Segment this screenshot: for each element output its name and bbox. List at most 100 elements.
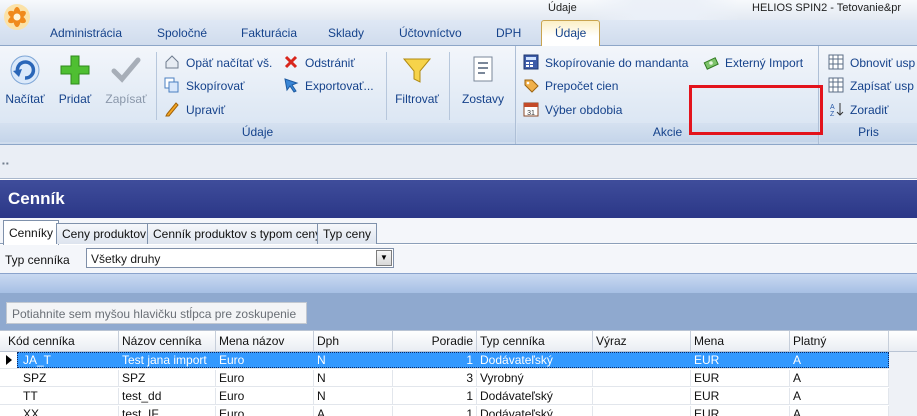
table-cell: 1 (393, 388, 477, 404)
add-button[interactable]: Pridať (50, 54, 100, 106)
price-list-type-select[interactable]: Všetky druhy ▼ (86, 248, 394, 268)
table-cell: 1 (393, 406, 477, 416)
filter-row: Typ cenníka Všetky druhy ▼ (0, 245, 917, 273)
table-cell: EUR (691, 370, 790, 386)
checkmark-icon (111, 57, 141, 83)
tab-uctovnictvo[interactable]: Účtovníctvo (399, 26, 462, 40)
plus-icon (60, 55, 90, 85)
grid-empty-area (889, 352, 917, 416)
save-layout-button[interactable]: Zapísať usp (828, 77, 914, 95)
ribbon: Načítať Pridať Zapísať Opäť načítať vš. … (0, 46, 917, 145)
column-header[interactable]: Názov cenníka (119, 331, 216, 352)
recalc-prices-button[interactable]: Prepočet cien (523, 77, 618, 95)
tab-dph[interactable]: DPH (496, 26, 521, 40)
calculator-icon (523, 54, 539, 70)
copy-label: Skopírovať (186, 79, 245, 93)
table-cell: test_dd (119, 388, 216, 404)
table-cell: A (790, 406, 889, 416)
tab-typ-ceny[interactable]: Typ ceny (317, 223, 378, 244)
filter-label: Typ cenníka (5, 253, 70, 267)
grid-layout-icon (828, 54, 844, 70)
save-button[interactable]: Zapísať (101, 54, 151, 106)
select-value: Všetky druhy (91, 252, 161, 266)
copy-button[interactable]: Skopírovať (164, 77, 245, 95)
table-row[interactable]: TT test_dd Euro N 1 Dodávateľský EUR A (0, 388, 917, 405)
import-money-icon (703, 57, 719, 70)
column-header[interactable]: Mena názov (216, 331, 314, 352)
refresh-layout-button[interactable]: Obnoviť usp (828, 54, 915, 72)
export-button[interactable]: Exportovať... (283, 77, 374, 95)
context-title: Údaje (548, 2, 577, 14)
group-label-third: Pris (820, 123, 917, 142)
table-row[interactable]: XX test_IF Euro A 1 Dodávateľský EUR A (0, 406, 917, 416)
column-header[interactable]: Poradie (393, 331, 477, 352)
copy-to-tenant-label: Skopírovanie do mandanta (545, 56, 689, 70)
tab-sklady[interactable]: Sklady (328, 26, 364, 40)
reload-all-button[interactable]: Opäť načítať vš. (164, 54, 272, 72)
tab-ceny-produktov[interactable]: Ceny produktov (56, 223, 153, 244)
window-title: HELIOS SPIN2 - Tetovanie&pr (752, 2, 901, 14)
table-cell: Euro (216, 388, 314, 404)
table-row[interactable]: JA_T Test jana import Euro N 1 Dodávateľ… (0, 352, 917, 369)
table-cell: N (314, 370, 393, 386)
highlight-annotation (689, 85, 823, 135)
select-period-button[interactable]: 31 Výber obdobia (523, 101, 622, 119)
home-reload-icon (165, 55, 179, 69)
reload-all-label: Opäť načítať vš. (186, 56, 273, 70)
delete-button[interactable]: Odstrániť (283, 54, 355, 72)
external-import-label: Externý Import (725, 56, 804, 70)
grid-header: Kód cenníka Názov cenníka Mena názov Dph… (0, 330, 917, 352)
title-fade (590, 0, 740, 20)
column-header[interactable]: Platný (790, 331, 889, 352)
dock-bar: ▪▪ (0, 145, 917, 179)
table-cell: Vyrobný (477, 370, 593, 386)
load-label: Načítať (5, 92, 45, 106)
table-cell: A (790, 388, 889, 404)
pencil-icon (165, 102, 179, 117)
app-menu-icon[interactable] (2, 2, 32, 32)
separator (449, 52, 450, 120)
group-label-udaje: Údaje (0, 123, 515, 142)
report-icon (473, 56, 493, 82)
filter-button[interactable]: Filtrovať (391, 54, 443, 106)
table-cell: Euro (219, 353, 245, 367)
tab-spolocne[interactable]: Spoločné (157, 26, 207, 40)
column-header[interactable]: Výraz (593, 331, 691, 352)
copy-to-tenant-button[interactable]: Skopírovanie do mandanta (523, 54, 688, 72)
column-header[interactable]: Typ cenníka (477, 331, 593, 352)
add-label: Pridať (58, 92, 92, 106)
table-cell: Dodávateľský (477, 406, 593, 416)
tab-cenniky[interactable]: Cenníky (3, 220, 60, 245)
edit-label: Upraviť (186, 103, 226, 117)
tab-cennik-produktov-typ-ceny[interactable]: Cenník produktov s typom ceny (147, 223, 328, 244)
calendar-icon: 31 (523, 102, 539, 117)
delete-label: Odstrániť (305, 56, 355, 70)
load-button[interactable]: Načítať (0, 54, 50, 106)
save-layout-label: Zapísať usp (850, 79, 914, 93)
filter-label: Filtrovať (395, 92, 439, 106)
price-list-grid: Kód cenníka Názov cenníka Mena názov Dph… (0, 330, 917, 416)
group-by-panel[interactable]: Potiahnite sem myšou hlavičku stĺpca pre… (0, 293, 917, 330)
table-cell: 3 (393, 370, 477, 386)
copy-icon (164, 77, 179, 93)
column-header[interactable]: Dph (314, 331, 393, 352)
svg-text:31: 31 (527, 110, 535, 117)
table-cell: test_IF (119, 406, 216, 416)
sort-button[interactable]: A Z Zoradiť (828, 101, 889, 119)
table-row[interactable]: SPZ SPZ Euro N 3 Vyrobný EUR A (0, 370, 917, 387)
column-header[interactable]: Kód cenníka (5, 331, 119, 352)
chevron-down-icon[interactable]: ▼ (376, 250, 392, 266)
select-period-label: Výber obdobia (545, 103, 623, 117)
grid-save-icon (828, 77, 844, 93)
external-import-button[interactable]: Externý Import (703, 54, 803, 72)
table-cell: EUR (691, 406, 790, 416)
tab-udaje[interactable]: Údaje (541, 20, 601, 47)
tab-fakturacia[interactable]: Fakturácia (241, 26, 297, 40)
table-cell: Euro (216, 406, 314, 416)
refresh-layout-label: Obnoviť usp (850, 56, 916, 70)
edit-button[interactable]: Upraviť (164, 101, 225, 119)
column-header[interactable]: Mena (691, 331, 790, 352)
reports-button[interactable]: Zostavy (457, 54, 509, 106)
tab-administracia[interactable]: Administrácia (50, 26, 122, 40)
grip-icon[interactable]: ▪▪ (2, 159, 10, 168)
